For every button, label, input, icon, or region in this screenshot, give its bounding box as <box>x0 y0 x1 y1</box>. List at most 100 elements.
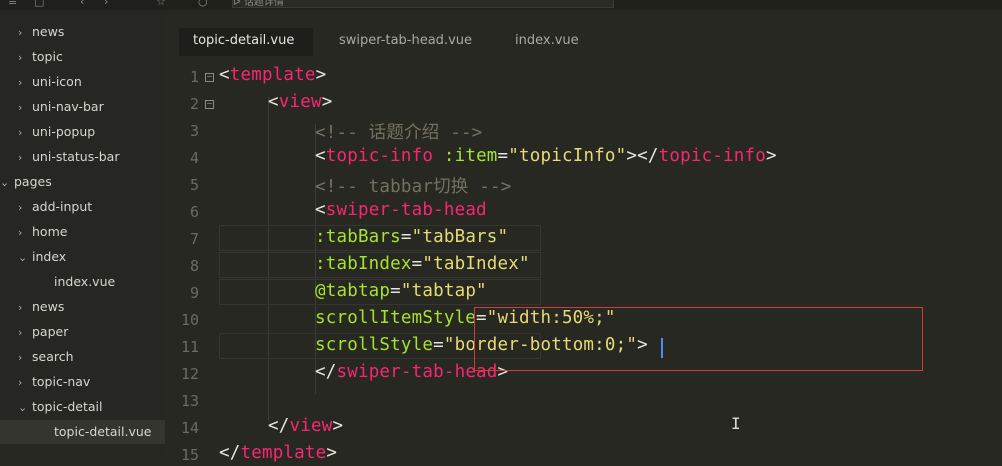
tree-item-uni-icon[interactable]: › uni-icon <box>0 70 165 94</box>
code-token: :tabBars <box>315 227 401 247</box>
code-token: "topicInfo" <box>508 146 627 166</box>
code-token: swiper-tab-head <box>325 200 487 220</box>
tree-item-label: news <box>32 24 65 39</box>
forward-icon[interactable]: › <box>104 0 108 8</box>
tree-item-label: uni-status-bar <box>32 149 120 164</box>
chevron-down-icon: ⌄ <box>18 251 28 264</box>
tab-swiper-tab-head-vue[interactable]: swiper-tab-head.vue <box>325 28 486 56</box>
code-token: > <box>326 443 338 463</box>
line-number: 3 <box>189 122 199 140</box>
chevron-down-icon: ⌄ <box>0 176 10 189</box>
line-number: 5 <box>189 176 199 194</box>
tree-item-paper[interactable]: › paper <box>0 320 165 344</box>
code-line[interactable]: :tabBars="tabBars" <box>315 227 508 247</box>
code-line[interactable]: <template> <box>219 65 326 85</box>
fold-toggle-icon[interactable]: − <box>205 73 214 82</box>
tree-item-news[interactable]: › news <box>0 20 165 44</box>
code-token: > <box>315 65 327 85</box>
line-number: 14 <box>180 419 199 437</box>
tree-item-label: topic-detail.vue <box>54 424 152 439</box>
save-icon[interactable]: □ <box>34 0 44 8</box>
code-token: ></ <box>626 146 659 166</box>
code-line[interactable]: <swiper-tab-head <box>315 200 487 220</box>
tree-item-label: uni-nav-bar <box>32 99 104 114</box>
chevron-right-icon: › <box>18 26 23 39</box>
tree-item-label: search <box>32 349 74 364</box>
tree-item-topic-detail[interactable]: ⌄ topic-detail <box>0 395 165 419</box>
code-token: :tabIndex <box>315 254 412 274</box>
tree-item-uni-popup[interactable]: › uni-popup <box>0 120 165 144</box>
code-token: = <box>433 335 444 355</box>
top-toolbar: ≡ □ ‹ › ☆ ○ ᐅ 话题详情 <box>0 0 1002 10</box>
tree-item-topic-nav[interactable]: › topic-nav <box>0 370 165 394</box>
code-line[interactable]: </view> <box>268 416 343 436</box>
line-number: 10 <box>180 311 199 329</box>
tree-item-index[interactable]: ⌄ index <box>0 245 165 269</box>
code-line[interactable]: <!-- 话题介绍 --> <box>315 119 482 144</box>
code-token: < <box>268 92 279 112</box>
address-text: ᐅ 话题详情 <box>233 0 284 8</box>
code-token: scrollStyle <box>315 335 434 355</box>
line-number: 7 <box>189 230 199 248</box>
code-token: > <box>332 416 344 436</box>
tree-item-topic[interactable]: › topic <box>0 45 165 69</box>
code-token: > <box>321 92 333 112</box>
code-line[interactable]: <!-- tabbar切换 --> <box>315 173 511 198</box>
code-token: </ <box>315 362 337 382</box>
code-token: topic-info <box>325 146 434 166</box>
code-token: < <box>315 200 326 220</box>
code-line[interactable]: <topic-info :item="topicInfo"></topic-in… <box>315 146 777 166</box>
chevron-right-icon: › <box>18 51 23 64</box>
code-area[interactable]: 1 2 3 4 5 6 7 8 9 10 11 12 13 14 15− − <template> <view> <… <box>165 65 1002 466</box>
tree-item-label: pages <box>14 174 52 189</box>
code-line[interactable]: </template> <box>219 443 337 463</box>
code-editor[interactable]: topic-detail.vue swiper-tab-head.vue ind… <box>165 10 1002 464</box>
line-number: 11 <box>180 338 199 356</box>
code-token: template <box>229 65 316 85</box>
tree-item-index-vue[interactable]: index.vue <box>0 270 165 294</box>
line-number: 4 <box>189 149 199 167</box>
tree-item-label: paper <box>32 324 69 339</box>
text-cursor-icon: I <box>731 414 741 433</box>
tab-index-vue[interactable]: index.vue <box>501 28 593 56</box>
code-token: scrollItemStyle <box>315 308 477 328</box>
tree-item-add-input[interactable]: › add-input <box>0 195 165 219</box>
line-number: 12 <box>180 365 199 383</box>
tree-item-uni-status-bar[interactable]: › uni-status-bar <box>0 145 165 169</box>
code-token: = <box>497 146 509 166</box>
tree-item-home[interactable]: › home <box>0 220 165 244</box>
fold-toggle-icon[interactable]: − <box>205 100 214 109</box>
menu-icon[interactable]: ≡ <box>8 0 17 8</box>
code-line[interactable]: <view> <box>268 92 332 112</box>
star-icon[interactable]: ☆ <box>156 0 166 8</box>
line-number: 1 <box>189 68 199 86</box>
chevron-right-icon: › <box>18 351 23 364</box>
code-token: "tabtap" <box>400 281 487 301</box>
tree-item-topic-detail-vue[interactable]: topic-detail.vue <box>0 420 165 444</box>
code-token: view <box>278 92 322 112</box>
code-token: <!-- tabbar切换 --> <box>315 177 512 197</box>
tree-item-search[interactable]: › search <box>0 345 165 369</box>
tab-topic-detail-vue[interactable]: topic-detail.vue <box>179 28 313 56</box>
code-token: </ <box>268 416 290 436</box>
tree-item-news[interactable]: › news <box>0 295 165 319</box>
tree-item-pages[interactable]: ⌄ pages <box>0 170 165 194</box>
code-token: </ <box>219 443 241 463</box>
tree-item-label: uni-popup <box>32 124 96 139</box>
line-number: 15 <box>180 446 199 464</box>
chevron-right-icon: › <box>18 201 23 214</box>
editor-tabbar: topic-detail.vue swiper-tab-head.vue ind… <box>165 28 1002 56</box>
tree-item-label: topic-nav <box>32 374 91 389</box>
code-line[interactable]: :tabIndex="tabIndex" <box>315 254 530 274</box>
address-bar[interactable]: ᐅ 话题详情 <box>232 0 614 8</box>
tree-item-label: topic-detail <box>32 399 103 414</box>
code-token: < <box>315 146 326 166</box>
code-line[interactable]: @tabtap="tabtap" <box>315 281 487 301</box>
line-number: 2 <box>189 95 199 113</box>
tree-item-uni-nav-bar[interactable]: › uni-nav-bar <box>0 95 165 119</box>
run-icon[interactable]: ○ <box>198 0 208 8</box>
code-token: <!-- 话题介绍 --> <box>315 123 483 143</box>
code-token: view <box>289 416 333 436</box>
chevron-right-icon: › <box>18 151 23 164</box>
back-icon[interactable]: ‹ <box>80 0 84 8</box>
